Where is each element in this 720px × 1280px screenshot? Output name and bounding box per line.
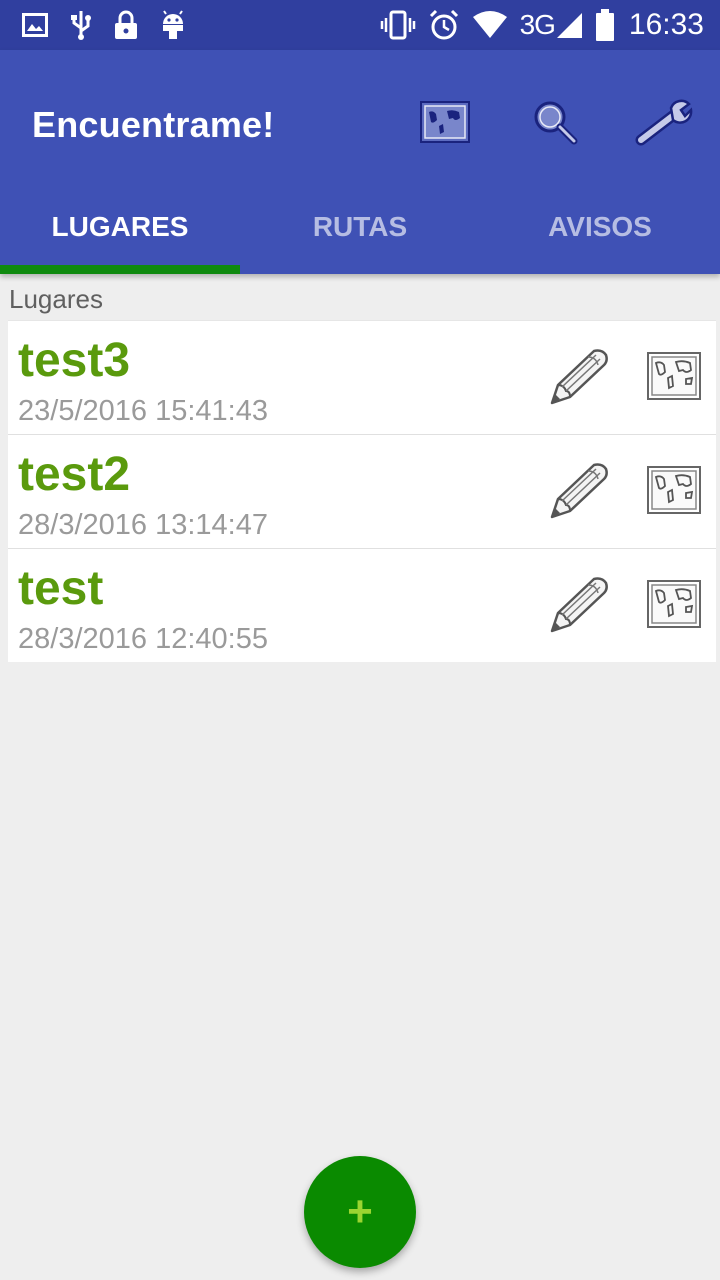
alarm-icon: [428, 9, 460, 41]
status-time: 16:33: [628, 8, 704, 41]
tab-rutas[interactable]: RUTAS: [240, 200, 480, 274]
tab-indicator: [0, 265, 240, 274]
android-icon: [160, 10, 186, 40]
status-left: [22, 10, 208, 40]
pencil-icon: [548, 577, 610, 639]
map-icon: [419, 100, 471, 149]
image-icon: [22, 13, 48, 37]
settings-button[interactable]: [634, 96, 696, 152]
place-name: test3: [18, 334, 131, 387]
lock-icon: [114, 10, 138, 40]
tab-bar: LUGARES RUTAS AVISOS: [0, 200, 720, 274]
map-button[interactable]: [646, 465, 702, 515]
pencil-icon: [548, 463, 610, 525]
place-date: 23/5/2016 15:41:43: [18, 395, 268, 427]
list-item[interactable]: test2 28/3/2016 13:14:47: [8, 434, 716, 548]
status-bar: 3G 16:33: [0, 0, 720, 50]
battery-icon: [595, 9, 615, 41]
usb-icon: [70, 10, 92, 40]
toolbar: Encuentrame!: [0, 50, 720, 200]
wrench-icon: [635, 98, 695, 151]
section-header: Lugares: [9, 284, 103, 314]
toolbar-actions: [366, 96, 696, 152]
wifi-icon: [472, 11, 508, 39]
map-button[interactable]: [646, 579, 702, 629]
search-button[interactable]: [524, 96, 586, 152]
edit-button[interactable]: [548, 347, 610, 407]
pencil-icon: [548, 349, 610, 411]
app-title: Encuentrame!: [32, 104, 275, 145]
tab-lugares[interactable]: LUGARES: [0, 200, 240, 274]
list-item[interactable]: test3 23/5/2016 15:41:43: [8, 320, 716, 434]
network-label: 3G: [519, 9, 556, 40]
plus-icon: +: [347, 1187, 373, 1236]
place-date: 28/3/2016 12:40:55: [18, 623, 268, 655]
map-view-button[interactable]: [414, 96, 476, 152]
list-item[interactable]: test 28/3/2016 12:40:55: [8, 548, 716, 662]
place-name: test: [18, 562, 104, 615]
places-list: test3 23/5/2016 15:41:43 test2 28/3/2016…: [8, 320, 716, 662]
edit-button[interactable]: [548, 461, 610, 521]
status-right: 3G 16:33: [368, 8, 704, 42]
add-place-button[interactable]: +: [304, 1156, 416, 1268]
map-icon: [646, 580, 702, 633]
map-button[interactable]: [646, 351, 702, 401]
edit-button[interactable]: [548, 575, 610, 635]
search-icon: [530, 97, 580, 152]
app-bar: Encuentrame! LUGARES RUTAS AVISOS: [0, 50, 720, 274]
map-icon: [646, 466, 702, 519]
map-icon: [646, 352, 702, 405]
place-date: 28/3/2016 13:14:47: [18, 509, 268, 541]
vibrate-icon: [380, 10, 416, 40]
signal-icon: [555, 11, 583, 39]
place-name: test2: [18, 448, 131, 501]
tab-avisos[interactable]: AVISOS: [480, 200, 720, 274]
